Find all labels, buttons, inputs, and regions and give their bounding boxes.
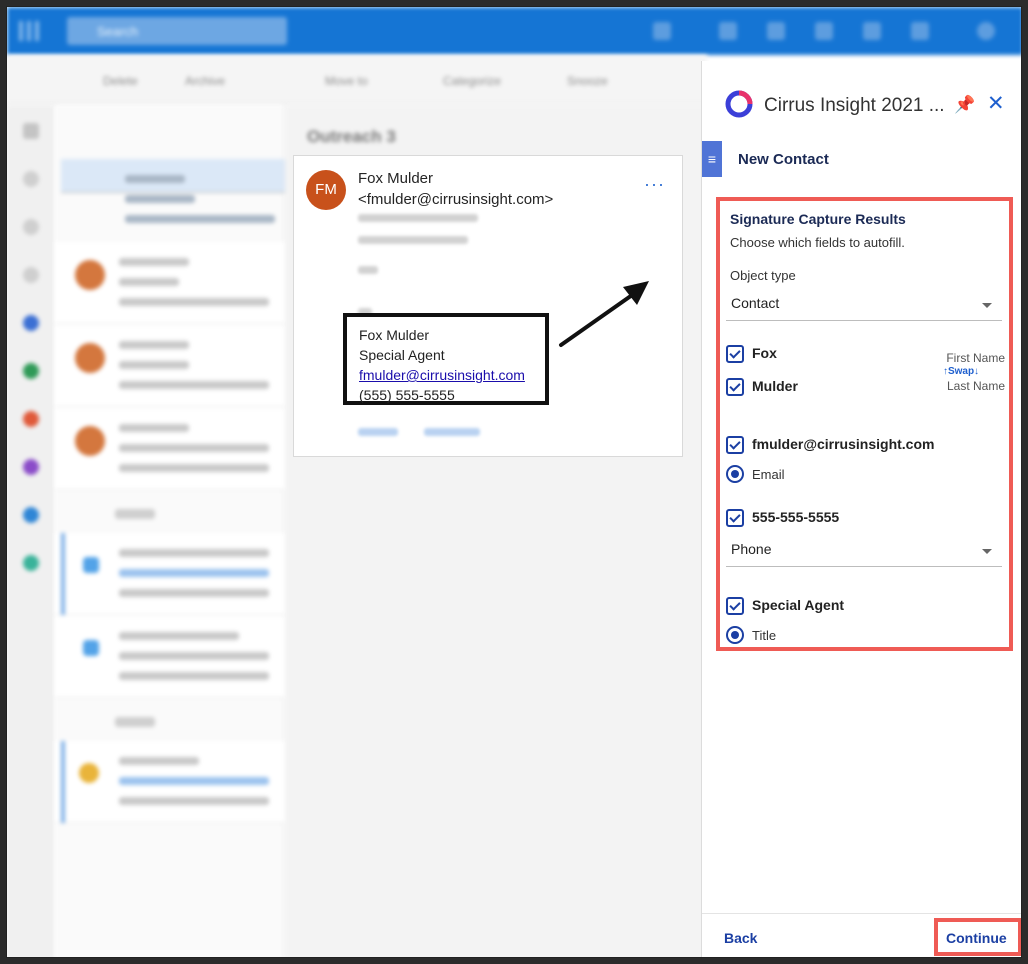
attach-icon[interactable] bbox=[23, 267, 39, 283]
app-launcher-icon[interactable] bbox=[19, 21, 39, 41]
tab-title: New Contact bbox=[738, 151, 829, 168]
title-radio[interactable] bbox=[726, 626, 744, 644]
outlook-top-bar: Search bbox=[7, 7, 1021, 55]
search-placeholder: Search bbox=[97, 24, 139, 39]
title-value: Special Agent bbox=[752, 597, 845, 613]
title-checkbox[interactable] bbox=[726, 597, 744, 615]
powerpoint-app-icon[interactable] bbox=[23, 411, 39, 427]
continue-highlight-box: Continue bbox=[934, 918, 1021, 956]
phone-type-select[interactable]: Phone bbox=[726, 533, 1002, 567]
list-item[interactable] bbox=[55, 242, 285, 324]
phone-checkbox[interactable] bbox=[726, 509, 744, 527]
more-actions-icon[interactable]: ··· bbox=[644, 174, 665, 195]
word-icon[interactable] bbox=[719, 22, 737, 40]
bell-icon[interactable] bbox=[767, 22, 785, 40]
name-swap-group: First Name ↑Swap↓ Last Name bbox=[925, 351, 1005, 393]
dropdown-caret-icon bbox=[982, 303, 992, 308]
list-header bbox=[55, 105, 285, 155]
panel-footer: Back Continue bbox=[702, 913, 1021, 957]
last-checkbox[interactable] bbox=[726, 378, 744, 396]
signature-title: Special Agent bbox=[359, 347, 445, 363]
word-app-icon[interactable] bbox=[23, 315, 39, 331]
sender-email: <fmulder@cirrusinsight.com> bbox=[358, 191, 554, 208]
people-icon[interactable] bbox=[23, 219, 39, 235]
archive-button[interactable]: Archive bbox=[185, 74, 225, 88]
list-item[interactable] bbox=[55, 741, 285, 823]
search-box[interactable]: Search bbox=[67, 17, 287, 45]
categorize-button[interactable]: Categorize bbox=[443, 74, 501, 88]
results-heading: Signature Capture Results bbox=[730, 211, 906, 227]
pin-icon[interactable]: 📌 bbox=[954, 95, 975, 115]
email-checkbox[interactable] bbox=[726, 436, 744, 454]
feedback-icon[interactable] bbox=[911, 22, 929, 40]
profile-avatar[interactable] bbox=[977, 22, 995, 40]
cirrus-insight-panel: Cirrus Insight 2021 ... 📌 ✕ ≡ New Contac… bbox=[701, 61, 1021, 957]
snooze-button[interactable]: Snooze bbox=[567, 74, 608, 88]
email-radio-label: Email bbox=[752, 467, 785, 482]
callout-arrow-icon bbox=[559, 281, 649, 347]
section-last-week bbox=[115, 509, 155, 519]
sender-avatar[interactable]: FM bbox=[306, 170, 346, 210]
last-value: Mulder bbox=[752, 378, 798, 394]
screenshot-frame: Search Delete Archive Move to Categorize… bbox=[6, 6, 1022, 958]
email-radio[interactable] bbox=[726, 465, 744, 483]
todo-app-icon[interactable] bbox=[23, 507, 39, 523]
last-name-label: Last Name bbox=[946, 379, 1005, 393]
delete-button[interactable]: Delete bbox=[103, 74, 138, 88]
sender-name: Fox Mulder bbox=[358, 170, 434, 187]
results-subtitle: Choose which fields to autofill. bbox=[730, 235, 905, 250]
gear-icon[interactable] bbox=[815, 22, 833, 40]
help-icon[interactable] bbox=[863, 22, 881, 40]
left-nav-rail bbox=[7, 105, 55, 957]
calendar-icon[interactable] bbox=[23, 171, 39, 187]
onenote-app-icon[interactable] bbox=[23, 459, 39, 475]
first-checkbox[interactable] bbox=[726, 345, 744, 363]
signature-phone: (555) 555-5555 bbox=[359, 387, 455, 403]
list-item[interactable] bbox=[55, 616, 285, 698]
object-type-select[interactable]: Contact bbox=[726, 287, 1002, 321]
list-item[interactable] bbox=[55, 533, 285, 615]
cirrus-logo-icon bbox=[725, 90, 753, 118]
email-value: fmulder@cirrusinsight.com bbox=[752, 436, 935, 452]
signature-highlight-box: Fox Mulder Special Agent fmulder@cirrusi… bbox=[343, 313, 549, 405]
sway-app-icon[interactable] bbox=[23, 555, 39, 571]
panel-tab-bar: ≡ New Contact bbox=[702, 141, 1021, 177]
continue-button[interactable]: Continue bbox=[946, 930, 1007, 946]
sender-line: Fox Mulder <fmulder@cirrusinsight.com> bbox=[358, 168, 608, 210]
message-list bbox=[55, 105, 337, 957]
object-type-value: Contact bbox=[731, 295, 780, 311]
menu-icon[interactable]: ≡ bbox=[702, 141, 722, 177]
phone-type-value: Phone bbox=[731, 541, 772, 557]
command-bar: Delete Archive Move to Categorize Snooze bbox=[7, 55, 707, 105]
signature-email-link[interactable]: fmulder@cirrusinsight.com bbox=[359, 365, 533, 385]
first-name-label: First Name bbox=[946, 351, 1005, 365]
mail-icon[interactable] bbox=[23, 123, 39, 139]
signature-name: Fox Mulder bbox=[359, 327, 430, 343]
swap-button[interactable]: ↑Swap↓ bbox=[925, 365, 1005, 379]
section-older bbox=[115, 717, 155, 727]
list-item[interactable] bbox=[55, 325, 285, 407]
excel-app-icon[interactable] bbox=[23, 363, 39, 379]
teams-icon[interactable] bbox=[653, 22, 671, 40]
first-value: Fox bbox=[752, 345, 777, 361]
object-type-label: Object type bbox=[730, 268, 796, 283]
back-button[interactable]: Back bbox=[724, 930, 757, 946]
phone-value: 555-555-5555 bbox=[752, 509, 840, 525]
close-icon[interactable]: ✕ bbox=[987, 91, 1005, 116]
signature-results-box: Signature Capture Results Choose which f… bbox=[716, 197, 1013, 651]
folder-title: Outreach 3 bbox=[307, 127, 396, 146]
panel-title: Cirrus Insight 2021 ... bbox=[764, 95, 945, 116]
title-radio-label: Title bbox=[752, 628, 777, 643]
list-item[interactable] bbox=[55, 408, 285, 490]
move-to-button[interactable]: Move to bbox=[325, 74, 368, 88]
dropdown-caret-icon bbox=[982, 549, 992, 554]
